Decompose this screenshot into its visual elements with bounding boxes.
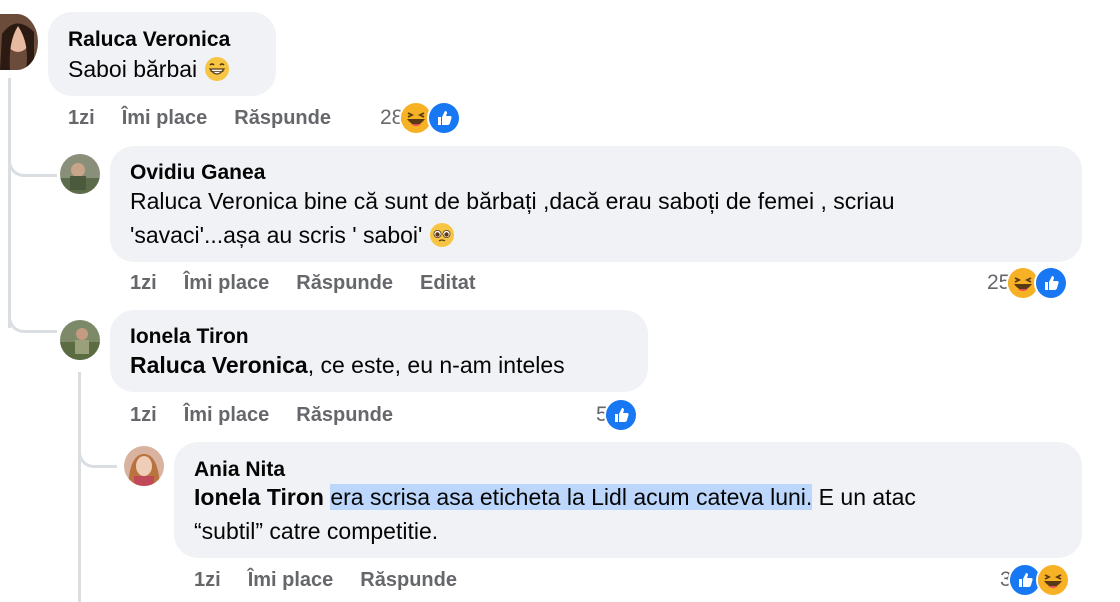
haha-reaction-icon (1035, 563, 1070, 597)
mention-link[interactable]: Ionela Tiron (194, 484, 324, 510)
avatar-ionela[interactable] (60, 320, 100, 360)
comment-bubble-raluca: Raluca Veronica Saboi bărbai (48, 12, 276, 96)
highlighted-text: era scrisa asa eticheta la Lidl acum cat… (330, 484, 813, 510)
avatar-ionela-image (60, 320, 100, 360)
thread-line-main (8, 78, 11, 328)
like-button[interactable]: Îmi place (122, 107, 208, 130)
comment-line-1: Ionela Tiron era scrisa asa eticheta la … (194, 480, 916, 514)
like-button[interactable]: Îmi place (248, 569, 334, 592)
reactions-ionela[interactable]: 5 (596, 398, 638, 432)
thread-connector-ionela (8, 300, 57, 333)
comment-line-1: Raluca Veronica bine că sunt de bărbați … (130, 188, 895, 214)
thread-connector-ania (78, 440, 117, 468)
comment-body-raluca: Saboi bărbai (68, 56, 198, 82)
comment-line-2: 'savaci'...așa au scris ' saboi' (130, 218, 895, 252)
comment-text-raluca: Saboi bărbai (68, 52, 230, 86)
avatar-raluca-image (0, 14, 38, 70)
comment-time[interactable]: 1zi (194, 569, 221, 592)
avatar-ovidiu-image (60, 154, 100, 194)
like-reaction-icon (427, 101, 462, 135)
avatar-ania-image (124, 446, 164, 486)
like-button[interactable]: Îmi place (184, 272, 270, 295)
avatar-raluca[interactable] (0, 14, 38, 70)
comment-line-2-text: 'savaci'...așa au scris ' saboi' (130, 222, 423, 248)
comment-actions-ionela: 1zi Îmi place Răspunde (130, 404, 393, 427)
like-reaction-icon (1034, 266, 1069, 300)
mention-link[interactable]: Raluca Veronica (130, 352, 308, 378)
like-reaction-icon (603, 398, 638, 432)
like-button[interactable]: Îmi place (184, 404, 270, 427)
comment-text-ania: Ionela Tiron era scrisa asa eticheta la … (194, 480, 916, 548)
thread-connector-ovidiu (8, 150, 57, 177)
comment-line-1-rest: E un atac (812, 484, 916, 510)
thread-line-ionela (78, 372, 81, 602)
comment-author-raluca[interactable]: Raluca Veronica (68, 28, 230, 52)
reply-button[interactable]: Răspunde (296, 404, 393, 427)
comment-bubble-ania: Ania Nita Ionela Tiron era scrisa asa et… (174, 442, 1082, 558)
comment-actions-raluca: 1zi Îmi place Răspunde (68, 107, 331, 130)
edited-label[interactable]: Editat (420, 272, 476, 295)
reply-button[interactable]: Răspunde (360, 569, 457, 592)
comment-author-ionela[interactable]: Ionela Tiron (130, 325, 249, 349)
reactions-raluca[interactable]: 28 (380, 101, 462, 135)
comment-actions-ovidiu: 1zi Îmi place Răspunde Editat (130, 272, 476, 295)
pleading-face-emoji-icon (429, 223, 454, 247)
reactions-ania[interactable]: 3 (1000, 563, 1070, 597)
reply-button[interactable]: Răspunde (234, 107, 331, 130)
comment-text-ionela: Raluca Veronica, ce este, eu n-am intele… (130, 348, 565, 382)
comment-author-ania[interactable]: Ania Nita (194, 458, 285, 482)
avatar-ania[interactable] (124, 446, 164, 486)
comment-bubble-ovidiu: Ovidiu Ganea Raluca Veronica bine că sun… (110, 146, 1082, 262)
comment-text-ovidiu: Raluca Veronica bine că sunt de bărbați … (130, 184, 895, 252)
avatar-ovidiu[interactable] (60, 154, 100, 194)
comment-author-ovidiu[interactable]: Ovidiu Ganea (130, 161, 265, 185)
grinning-emoji-icon (204, 57, 229, 81)
comment-body-ionela: , ce este, eu n-am inteles (307, 352, 565, 378)
reactions-ovidiu[interactable]: 25 (987, 266, 1069, 300)
comment-bubble-ionela: Ionela Tiron Raluca Veronica, ce este, e… (110, 310, 648, 392)
comment-line-2: “subtil” catre competitie. (194, 518, 439, 544)
comment-time[interactable]: 1zi (130, 272, 157, 295)
comment-time[interactable]: 1zi (68, 107, 95, 130)
comment-actions-ania: 1zi Îmi place Răspunde (194, 569, 457, 592)
comment-time[interactable]: 1zi (130, 404, 157, 427)
reply-button[interactable]: Răspunde (296, 272, 393, 295)
